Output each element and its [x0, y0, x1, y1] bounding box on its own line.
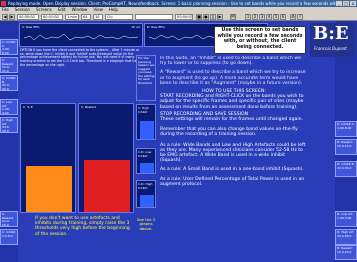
close-button[interactable]: x [350, 1, 356, 6]
stop-icon[interactable]: ■ [196, 14, 202, 20]
logo-mark: B:E [313, 23, 349, 44]
settings-remain-note: These settings will remain for the frame… [160, 117, 303, 123]
panel-value: 12.0-15.0 [2, 65, 10, 73]
logo-name: Francois Dupont [314, 46, 347, 51]
maximize-button[interactable]: □ [343, 1, 349, 6]
see-graph-note: See the 3 graphs above. [136, 217, 156, 231]
right-band-panel-3[interactable]: D: Inhibit B 22.0-30.0 [335, 161, 357, 177]
settings-icon[interactable]: ⚙ [290, 14, 296, 20]
left-band-panel-3[interactable]: C: Inhibit B 22.0-30.0 [0, 75, 18, 91]
graph-title: C: Reward [81, 105, 97, 109]
panel-value: 4.00-8.00 [2, 47, 10, 55]
graph-title: C: High Inhibit [138, 106, 149, 114]
window-title: Replaying mode. Open Display session. Cl… [8, 1, 340, 6]
percent-bar [26, 166, 72, 212]
left-band-panel-7[interactable]: C: Inhibit 2.0-8.0 [0, 229, 18, 245]
inhibit-definition: In this Suite, an "Inhibit" is used to d… [160, 56, 301, 67]
layout-button-5[interactable]: 5 [273, 14, 279, 20]
layout-button-6[interactable]: 6 [280, 14, 286, 20]
time-end-field[interactable]: 00:01:00 [41, 14, 63, 20]
panel-value: 1.00-3.00 [2, 107, 10, 115]
suggestion-text: For the planning session we suggest you … [138, 56, 156, 85]
panel-value: 43.0-58.0 [337, 233, 352, 238]
left-band-panel-4[interactable]: C: Low Art 1.00-3.00 [0, 99, 18, 115]
panel-value: 2.0-8.0 [2, 233, 13, 238]
right-band-panel-2[interactable]: D: Reward 12.0-15.0 [335, 139, 357, 155]
high-inhibit-graph[interactable]: C: High Inhibit [136, 104, 156, 140]
graph-title: C-D: High Inhibit [138, 182, 153, 190]
left-band-panel-2[interactable]: C: Reward 12.0-15.0 [0, 57, 18, 73]
panel-value: 43.0-58.0 [2, 125, 10, 133]
title-bar: Replaying mode. Open Display session. Cl… [0, 0, 357, 7]
mode-select[interactable] [135, 14, 173, 20]
low-inhibit-bar [140, 163, 154, 173]
marker-icon[interactable]: M [230, 14, 236, 20]
artefact-tip: If you don't want to use artefacts and i… [35, 216, 130, 237]
scale-field[interactable]: 10 [93, 14, 103, 20]
help-icon[interactable]: ? [297, 14, 303, 20]
explanation-panel: In this Suite, an "Inhibit" is used to d… [160, 56, 308, 261]
right-band-panel-4[interactable]: D: Low Art 1.00-3.00 [335, 211, 357, 227]
brand-logo: B:E Francois Dupont [310, 23, 355, 57]
speed-select[interactable]: 1 min [65, 14, 79, 20]
right-band-panel-5[interactable]: D: High Art 43.0-58.0 [335, 229, 357, 245]
on-the-fly-note: Remember that you can also change band v… [160, 127, 298, 138]
panel-value: 22.0-30.0 [337, 165, 352, 170]
panel-value: 12.0-15.0 [337, 249, 352, 254]
reward-definition: A "Reward" is used to describe a band wh… [160, 70, 306, 86]
percent-graph[interactable]: C: % E [20, 103, 76, 213]
pause-icon[interactable]: ∥ [210, 14, 216, 20]
wide-band-rule: As a rule: Wide Bands and Low and High A… [160, 142, 306, 164]
time-start-field[interactable]: 00:00:00 [17, 14, 39, 20]
toolbar: ◀ ▶ 00:00:00 00:01:00 1 min 64 10 Ch: 00… [0, 13, 357, 21]
user-defined-rule: As a rule: User Defined Percentage of To… [160, 176, 305, 187]
panel-value: 12.0-15.0 [2, 219, 10, 227]
panel-value: 4.00-8.00 [337, 125, 352, 130]
position-field[interactable]: 00:00:00 [175, 14, 193, 20]
layout-button-3[interactable]: 3 [259, 14, 265, 20]
reward-graph[interactable]: C: Reward [78, 103, 134, 213]
right-panel-column: D: Inhibit A 4.00-8.00 D: Reward 12.0-15… [335, 21, 357, 262]
play-icon[interactable]: ▶ [9, 14, 15, 20]
channel-select[interactable]: Ch: [105, 14, 133, 20]
start-recording-step: START RECORDING and RIGHT-CLICK on the b… [160, 94, 304, 110]
panel-value: 12.0-15.0 [337, 143, 352, 148]
minimize-button[interactable]: _ [336, 1, 342, 6]
panel-value: 22.0-30.0 [2, 83, 10, 91]
forward-icon[interactable]: ▶ [217, 14, 223, 20]
graph-title: C-D: Low Inhibit [138, 150, 152, 158]
graph-title: C: % E [23, 105, 33, 109]
left-band-panel-6[interactable]: C: Reward 12.0-15.0 [0, 211, 18, 227]
left-band-panel-1[interactable]: C: Inhibit A 4.00-8.00 [0, 39, 18, 55]
instructions-left: OPTION If you have the client connected … [20, 48, 140, 67]
rewind-icon[interactable]: ◀ [2, 14, 8, 20]
low-inhibit-graph[interactable]: C-D: Low Inhibit [136, 148, 156, 174]
window-controls: _ □ x [336, 1, 356, 6]
cd-high-inhibit-bar [140, 195, 154, 207]
layout-button-2[interactable]: 2 [252, 14, 258, 20]
left-band-panel-5[interactable]: C: High Art 43.0-58.0 [0, 117, 18, 133]
suggestion-box: For the planning session we suggest you … [136, 55, 156, 101]
app-icon [1, 1, 6, 6]
layout-button-4[interactable]: 4 [266, 14, 272, 20]
high-inhibit-bar [140, 121, 154, 139]
rate-field[interactable]: 64 [81, 14, 91, 20]
raw-eeg-graph-c[interactable]: C: Raw EEG 10 uV [19, 23, 143, 47]
record-icon[interactable]: ● [203, 14, 209, 20]
layout-button-1[interactable]: 1 [245, 14, 251, 20]
eeg-waveform [23, 33, 139, 41]
cd-high-inhibit-graph[interactable]: C-D: High Inhibit [136, 180, 156, 208]
right-band-panel-6[interactable]: D: Reward 12.0-15.0 [335, 245, 357, 260]
panel-value: 1.00-3.00 [337, 215, 352, 220]
app-window: Replaying mode. Open Display session. Cl… [0, 0, 357, 262]
left-panel-column: C: Inhibit A 4.00-8.00 C: Reward 12.0-15… [0, 21, 18, 262]
small-band-rule: As a rule: A Small Band is used in a one… [160, 167, 304, 173]
right-band-panel-1[interactable]: D: Inhibit A 4.00-8.00 [335, 121, 357, 137]
notice-box: Use this screen to set bands while you r… [214, 26, 306, 54]
reward-bar [84, 160, 130, 212]
